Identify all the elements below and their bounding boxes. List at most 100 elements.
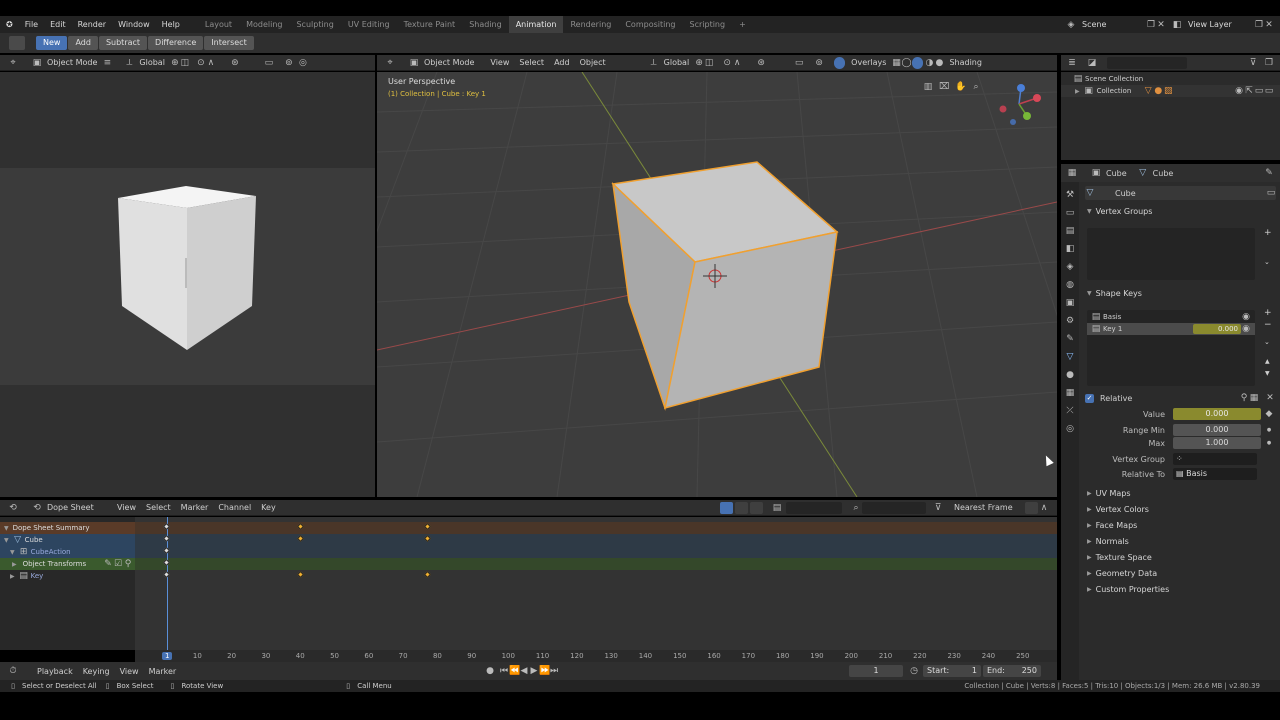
vertex-group-add-icon[interactable]: +	[1264, 228, 1272, 238]
custom-properties-panel-header[interactable]: ▶ Custom Properties	[1079, 581, 1280, 597]
fake-user-icon[interactable]: ▭	[1266, 188, 1276, 198]
data-block-selector[interactable]: ▽ Cube ▭	[1085, 186, 1276, 200]
gizmo-icon[interactable]: ⊛	[230, 58, 240, 68]
playback-menu[interactable]: Playback	[32, 667, 78, 676]
wrench-icon[interactable]: ✎	[103, 559, 113, 569]
face-maps-panel-header[interactable]: ▶ Face Maps	[1079, 517, 1280, 533]
camera-view-icon[interactable]: ⌧	[939, 82, 949, 92]
copy-scene-icon[interactable]: ❐	[1146, 20, 1156, 30]
snap-target-icon[interactable]: ◫	[704, 58, 714, 68]
rendered-shading-icon[interactable]: ●	[934, 58, 944, 68]
ds-search-input[interactable]	[862, 501, 926, 514]
camera-render-view[interactable]	[0, 168, 375, 385]
data-block-name[interactable]: Cube	[1115, 189, 1266, 198]
vertex-group-field[interactable]: ⁘	[1173, 453, 1257, 465]
shape-key-move-down-icon[interactable]: ▼	[1265, 370, 1270, 377]
overlay-toggle-icon[interactable]: ◎	[298, 58, 308, 68]
outliner-search-input[interactable]	[1107, 56, 1187, 69]
select-tool-icon[interactable]	[9, 36, 25, 50]
proportional-icon[interactable]: ⊙	[196, 58, 206, 68]
left-orientation-dropdown[interactable]: Global	[134, 58, 170, 67]
frame-ruler[interactable]: 1 10 20 30 40 50 60 70 80 90 100 110 120 130 140 150 160…	[135, 650, 1057, 662]
copy-layer-icon[interactable]: ❐	[1254, 20, 1264, 30]
ds-menu-key[interactable]: Key	[256, 503, 281, 512]
scene-name[interactable]: Scene	[1076, 20, 1146, 29]
editor-type-icon[interactable]: ⟲	[8, 503, 18, 513]
clock-icon[interactable]: ◷	[909, 666, 919, 676]
shape-key-menu-icon[interactable]: ⌄	[1264, 338, 1270, 346]
proportional-falloff-icon[interactable]: ∧	[1039, 503, 1049, 513]
keying-menu[interactable]: Keying	[78, 667, 115, 676]
record-icon[interactable]: ●	[485, 666, 495, 676]
view-icon[interactable]: ▭	[794, 58, 804, 68]
close-scene-icon[interactable]: ✕	[1156, 20, 1166, 30]
gizmo-icon[interactable]: ⊛	[756, 58, 766, 68]
dopesheet-mode-dropdown[interactable]: Dope Sheet	[42, 503, 112, 512]
view-layer-tab-icon[interactable]: ◧	[1065, 244, 1075, 254]
data-tab-icon[interactable]: ▽	[1065, 352, 1075, 362]
render-icon[interactable]: ▭	[1254, 86, 1264, 96]
channel-cube[interactable]: ▼ ▽ Cube	[0, 534, 135, 546]
max-field[interactable]: 1.000	[1173, 437, 1261, 449]
viewport-icon[interactable]: ▭	[1264, 86, 1274, 96]
editor-type-icon[interactable]: ⌖	[8, 58, 18, 68]
tab-compositing[interactable]: Compositing	[618, 16, 682, 33]
outliner-row-collection[interactable]: ▶ ▣ Collection ▽ ● ▨ ◉ ⇱ ▭ ▭	[1061, 85, 1280, 97]
edit-mode-icon[interactable]: ▦	[1249, 393, 1259, 403]
relative-checkbox[interactable]: ✓	[1085, 393, 1094, 403]
play-reverse-icon[interactable]: ◀	[519, 666, 529, 676]
ds-menu-marker[interactable]: Marker	[176, 503, 214, 512]
menu-select[interactable]: Select	[514, 58, 549, 67]
select-arrow-icon[interactable]: ⇱	[1244, 86, 1254, 96]
proportional-edit-icon[interactable]	[1025, 501, 1038, 514]
range-min-field[interactable]: 0.000	[1173, 424, 1261, 436]
falloff-icon[interactable]: ∧	[732, 58, 742, 68]
vertex-group-menu-icon[interactable]: ⌄	[1264, 258, 1270, 266]
expand-icon[interactable]: ▶	[12, 561, 17, 568]
object-tab-icon[interactable]: ▣	[1065, 298, 1075, 308]
value-field[interactable]: 0.000	[1173, 408, 1261, 420]
shape-keys-list[interactable]: ▤ Basis ◉ ▤ Key 1 0.000 ◉	[1087, 310, 1255, 386]
start-frame-field[interactable]: Start: 1	[923, 665, 981, 677]
mute-eye-icon[interactable]: ◉	[1241, 312, 1251, 322]
ds-menu-view[interactable]: View	[112, 503, 141, 512]
channel-summary[interactable]: ▼ Dope Sheet Summary	[0, 522, 135, 534]
end-frame-field[interactable]: End: 250	[983, 665, 1041, 677]
toggle-camera-icon[interactable]: ▥	[923, 82, 933, 92]
menu-file[interactable]: File	[19, 20, 44, 29]
menu-render[interactable]: Render	[72, 20, 112, 29]
current-frame-field[interactable]: 1	[849, 665, 903, 677]
world-tab-icon[interactable]: ◍	[1065, 280, 1075, 290]
3d-viewport[interactable]: User Perspective (1) Collection | Cube :…	[377, 72, 1057, 497]
main-orientation-dropdown[interactable]: Global	[659, 58, 695, 67]
blender-logo-icon[interactable]: ✪	[0, 20, 19, 29]
mode-intersect-button[interactable]: Intersect	[204, 36, 254, 50]
tl-view-menu[interactable]: View	[115, 667, 144, 676]
display-mode-icon[interactable]: ◪	[1087, 58, 1097, 68]
view-layer-name[interactable]: View Layer	[1182, 20, 1254, 29]
output-tab-icon[interactable]: ▤	[1065, 226, 1075, 236]
tool-tab-icon[interactable]: ⚒	[1065, 190, 1075, 200]
keyframe-dot-icon[interactable]: ●	[1264, 425, 1274, 435]
clear-shape-icon[interactable]: ✕	[1265, 393, 1275, 403]
keyframe-dot-icon[interactable]: ●	[1264, 438, 1274, 448]
shape-key-lock-icon[interactable]: ⚲	[1239, 393, 1249, 403]
snap-icon[interactable]: ⊕	[694, 58, 704, 68]
ds-filter-input[interactable]	[786, 501, 842, 514]
hamburger-icon[interactable]: ≡	[102, 58, 112, 68]
editor-type-icon[interactable]: ⌖	[385, 58, 395, 68]
relative-to-field[interactable]: ▤ Basis	[1173, 468, 1257, 480]
keyframe[interactable]	[162, 570, 171, 579]
shape-key-remove-icon[interactable]: −	[1264, 320, 1272, 330]
texture-space-panel-header[interactable]: ▶ Texture Space	[1079, 549, 1280, 565]
filter-icon[interactable]: ⊽	[1248, 58, 1258, 68]
scene-tab-icon[interactable]: ◈	[1065, 262, 1075, 272]
mode-new-button[interactable]: New	[36, 36, 68, 50]
tab-animation[interactable]: Animation	[508, 16, 564, 33]
filter-collection-icon[interactable]: ▤	[772, 503, 782, 513]
shading-dropdown[interactable]: Shading	[944, 58, 987, 67]
scene-icon[interactable]: ◈	[1066, 20, 1076, 30]
lock-icon[interactable]: ⚲	[123, 559, 133, 569]
snap-target-icon[interactable]: ◫	[180, 58, 190, 68]
shape-key-row-basis[interactable]: ▤ Basis ◉	[1087, 311, 1255, 323]
